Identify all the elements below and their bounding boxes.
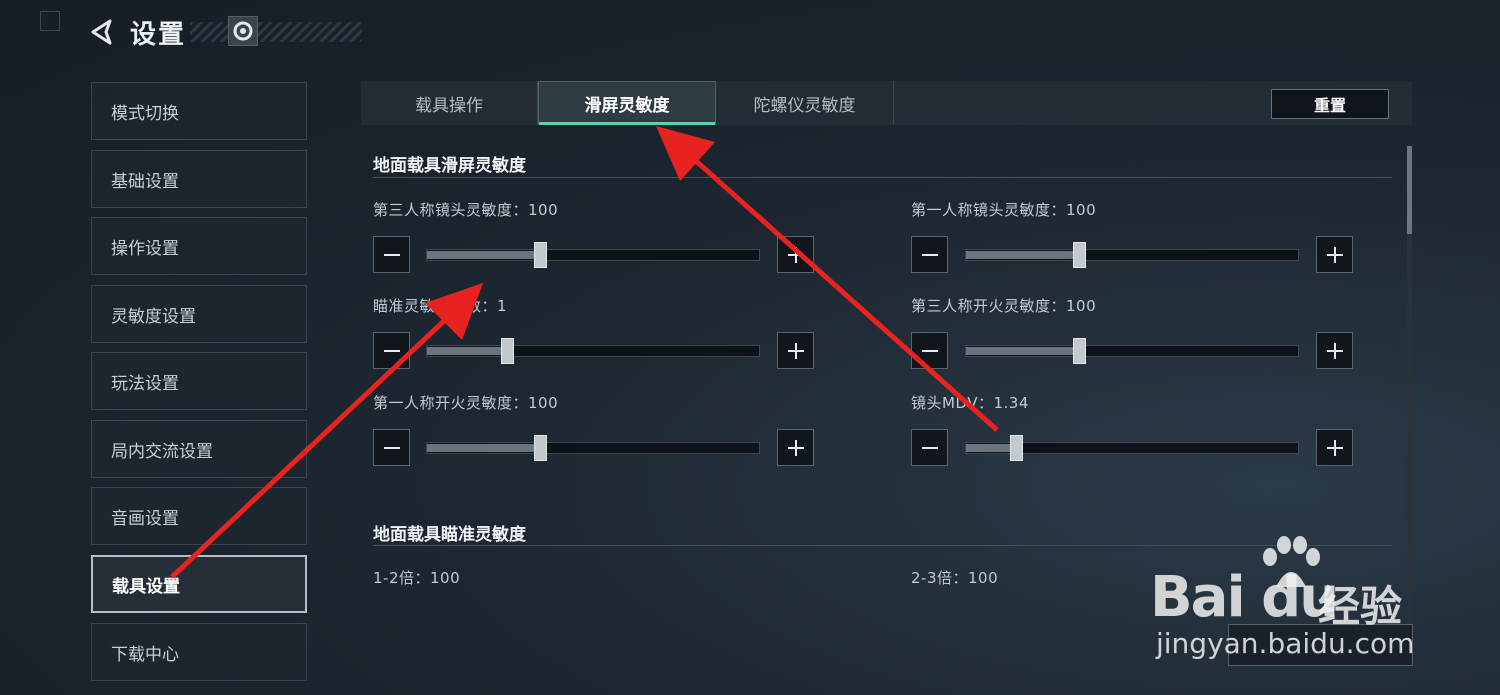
slider-tpp-camera[interactable] [426,242,760,268]
sidebar-item-vehicle-settings[interactable]: 载具设置 [91,555,307,613]
minus-icon [383,446,400,449]
plus-icon [1326,246,1343,263]
sidebar-item-label: 玩法设置 [111,373,179,394]
page-title: 设置 [130,19,187,50]
plus-icon [787,342,804,359]
sidebar-item-label: 基础设置 [111,171,179,192]
tab-label: 陀螺仪灵敏度 [753,95,856,116]
sidebar-item-label: 音画设置 [111,508,179,529]
baidu-jingyan-watermark: Bai du 经验 jingyan.baidu.com [1150,535,1420,665]
watermark-suffix: 经验 [1318,582,1403,631]
section-title-ground-vehicle-aim: 地面载具瞄准灵敏度 [373,525,526,545]
section-divider [373,177,1392,178]
slider-fpp-fire[interactable] [426,435,760,461]
sidebar-item-label: 局内交流设置 [111,441,213,462]
slider-tpp-fire[interactable] [965,338,1299,364]
profile-badge-icon[interactable] [228,16,258,46]
slider-thumb[interactable] [1072,242,1086,268]
setting-label-tpp-fire: 第三人称开火灵敏度：100 [911,297,1097,315]
slider-thumb[interactable] [1009,435,1023,461]
sidebar-item-label: 操作设置 [111,238,179,259]
slider-fpp-camera[interactable] [965,242,1299,268]
tab-label: 载具操作 [415,95,483,116]
sidebar-item-label: 灵敏度设置 [111,306,196,327]
sidebar-item-audio-video-settings[interactable]: 音画设置 [91,487,307,545]
plus-icon [787,246,804,263]
tab-swipe-sensitivity[interactable]: 滑屏灵敏度 [538,81,716,125]
tab-gyro-sensitivity[interactable]: 陀螺仪灵敏度 [716,81,894,125]
tab-vehicle-controls[interactable]: 载具操作 [361,81,538,125]
watermark-brand: Bai du [1150,565,1339,630]
reset-button[interactable]: 重置 [1271,89,1389,119]
sidebar-item-sensitivity-settings[interactable]: 灵敏度设置 [91,285,307,343]
slider-fill [966,347,1079,355]
header: 设置 [88,14,186,50]
increase-button[interactable] [777,429,814,466]
decrease-button[interactable] [373,429,410,466]
watermark-url: jingyan.baidu.com [1156,627,1415,660]
scrollbar-thumb[interactable] [1407,146,1412,234]
increase-button[interactable] [1316,429,1353,466]
slider-aim-coefficient[interactable] [426,338,760,364]
setting-label-aim-coefficient: 瞄准灵敏度系数：1 [373,297,508,315]
sidebar-item-mode-switch[interactable]: 模式切换 [91,82,307,140]
increase-button[interactable] [777,332,814,369]
slider-fill [427,251,540,259]
decrease-button[interactable] [373,236,410,273]
sidebar-item-label: 模式切换 [111,103,179,124]
increase-button[interactable] [1316,236,1353,273]
arrowhead-icon [656,126,715,181]
corner-frame [40,11,60,31]
decrease-button[interactable] [911,429,948,466]
slider-thumb[interactable] [533,242,547,268]
setting-label-tpp-camera: 第三人称镜头灵敏度：100 [373,201,559,219]
minus-icon [921,253,938,256]
slider-thumb[interactable] [1072,338,1086,364]
minus-icon [921,446,938,449]
sidebar-item-label: 下载中心 [111,644,179,665]
minus-icon [921,349,938,352]
slider-fill [427,347,507,355]
sidebar-item-control-settings[interactable]: 操作设置 [91,217,307,275]
setting-label-fpp-fire: 第一人称开火灵敏度：100 [373,394,559,412]
tab-label: 滑屏灵敏度 [584,95,670,116]
plus-icon [1326,342,1343,359]
decrease-button[interactable] [373,332,410,369]
minus-icon [383,349,400,352]
section-title-ground-vehicle-swipe: 地面载具滑屏灵敏度 [373,156,526,176]
slider-thumb[interactable] [500,338,514,364]
slider-camera-mdv[interactable] [965,435,1299,461]
setting-label-camera-mdv: 镜头MDV：1.34 [911,394,1029,412]
increase-button[interactable] [777,236,814,273]
header-hatch-decoration [190,22,362,42]
decrease-button[interactable] [911,236,948,273]
decrease-button[interactable] [911,332,948,369]
sidebar-item-download-center[interactable]: 下载中心 [91,623,307,681]
setting-label-scope-2-3x: 2-3倍：100 [911,569,999,587]
sidebar-item-basic-settings[interactable]: 基础设置 [91,150,307,208]
sidebar-item-communication-settings[interactable]: 局内交流设置 [91,420,307,478]
slider-fill [966,251,1079,259]
back-arrow-icon[interactable] [88,18,116,46]
increase-button[interactable] [1316,332,1353,369]
slider-thumb[interactable] [533,435,547,461]
slider-fill [966,444,1016,452]
setting-label-fpp-camera: 第一人称镜头灵敏度：100 [911,201,1097,219]
plus-icon [1326,439,1343,456]
setting-label-scope-1-2x: 1-2倍：100 [373,569,461,587]
sidebar-item-label: 载具设置 [112,576,180,597]
sidebar-item-gameplay-settings[interactable]: 玩法设置 [91,352,307,410]
tab-bar: 载具操作 滑屏灵敏度 陀螺仪灵敏度 [361,81,1412,125]
slider-fill [427,444,540,452]
plus-icon [787,439,804,456]
minus-icon [383,253,400,256]
